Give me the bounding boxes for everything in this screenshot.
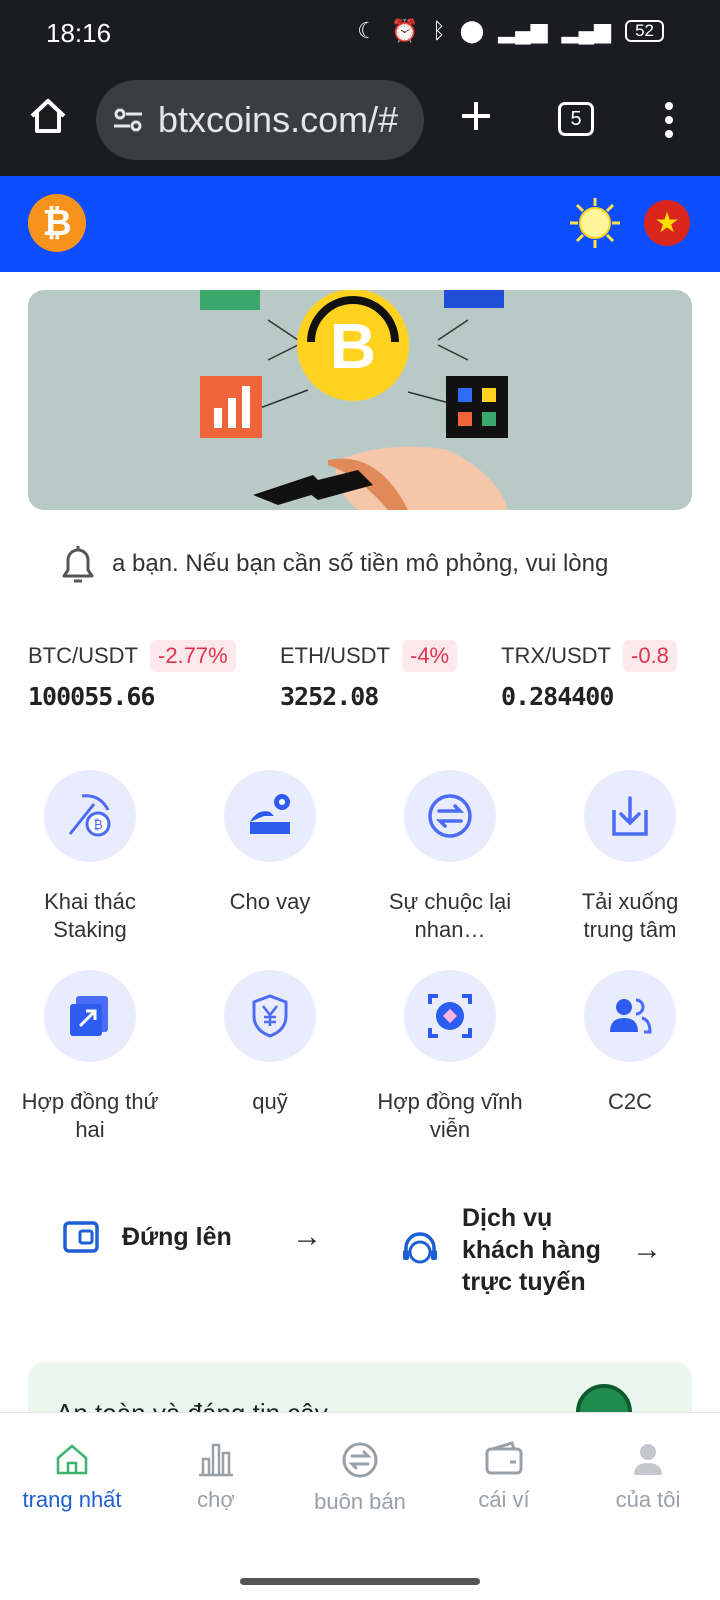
- users-icon: [610, 998, 652, 1034]
- pickaxe-coin-icon: ₿: [68, 794, 111, 837]
- site-settings-icon[interactable]: [112, 104, 144, 136]
- feature-label: Tải xuống trung tâm: [581, 889, 679, 942]
- feature-loan[interactable]: Cho vay: [180, 770, 360, 916]
- feature-icon-circle: [44, 970, 136, 1062]
- nav-market[interactable]: chợ: [144, 1441, 288, 1513]
- announcement-text: a bạn. Nếu bạn cần số tiền mô phỏng, vui…: [112, 550, 609, 577]
- nav-label: cái ví: [478, 1487, 530, 1512]
- ticker-eth[interactable]: ETH/USDT -4% 3252.08: [280, 640, 458, 711]
- alarm-icon: ⏰: [390, 18, 419, 43]
- arrow-right-icon: →: [292, 1220, 322, 1253]
- tab-switcher-button[interactable]: 5: [558, 102, 594, 136]
- nav-label: chợ: [197, 1487, 235, 1512]
- announcement-bar[interactable]: a bạn. Nếu bạn cần số tiền mô phỏng, vui…: [56, 536, 666, 592]
- nav-label: buôn bán: [314, 1489, 406, 1514]
- site-header: ₿ ★: [0, 176, 720, 272]
- bottom-nav: trang nhất chợ buôn bán cái ví của tôi: [0, 1412, 720, 1600]
- svg-text:B: B: [330, 310, 376, 382]
- language-flag-vietnam-icon[interactable]: ★: [644, 200, 690, 246]
- nav-label: trang nhất: [22, 1487, 122, 1512]
- nav-home[interactable]: trang nhất: [0, 1441, 144, 1513]
- ticker-price: 3252.08: [280, 682, 379, 711]
- ticker-trx[interactable]: TRX/USDT -0.8 0.284400: [501, 640, 677, 711]
- status-icons: ☾ ⏰ ᛒ ⬤ ▂▄▆ ▂▄▆ 52: [357, 18, 664, 44]
- feature-c2c[interactable]: C2C: [540, 970, 720, 1116]
- home-button[interactable]: [28, 96, 68, 136]
- wallet-deposit-icon: [63, 1221, 99, 1253]
- market-chart-icon: [199, 1443, 233, 1477]
- feature-label: Cho vay: [229, 889, 311, 914]
- ticker-btc[interactable]: BTC/USDT -2.77% 100055.66: [28, 640, 236, 711]
- feature-label: C2C: [607, 1089, 652, 1114]
- feature-perpetual[interactable]: Hợp đồng vĩnh viễn: [360, 970, 540, 1144]
- battery-icon: 52: [625, 20, 664, 42]
- feature-label: Hợp đồng vĩnh viễn: [377, 1089, 523, 1142]
- ticker-pair: BTC/USDT: [28, 643, 138, 668]
- deposit-action[interactable]: Đứng lên →: [62, 1218, 322, 1256]
- nav-label: của tôi: [615, 1487, 681, 1512]
- arrow-right-icon: →: [632, 1233, 662, 1266]
- ticker-pair: TRX/USDT: [501, 643, 611, 668]
- bell-icon: [62, 546, 94, 583]
- feature-label: Sự chuộc lại nhan…: [388, 889, 512, 942]
- feature-icon-circle: [404, 970, 496, 1062]
- feature-label: Khai thác Staking: [44, 889, 136, 942]
- feature-icon-circle: [584, 770, 676, 862]
- feature-icon-circle: [224, 970, 316, 1062]
- home-icon: [56, 1444, 88, 1475]
- nav-profile[interactable]: của tôi: [576, 1441, 720, 1513]
- wallet-icon: [485, 1441, 523, 1475]
- support-label: Dịch vụ khách hàng trực tuyến: [462, 1204, 601, 1296]
- ticker-price: 100055.66: [28, 682, 155, 711]
- ticker-strip: BTC/USDT -2.77% 100055.66 ETH/USDT -4% 325…: [28, 640, 692, 720]
- support-action[interactable]: Dịch vụ khách hàng trực tuyến →: [400, 1202, 662, 1298]
- exchange-icon: [428, 794, 472, 838]
- feature-label: Hợp đồng thứ hai: [21, 1089, 159, 1142]
- feature-fund[interactable]: quỹ: [180, 970, 360, 1116]
- ticker-change: -4%: [402, 640, 458, 672]
- feature-download[interactable]: Tải xuống trung tâm: [540, 770, 720, 944]
- perpetual-icon: [428, 994, 472, 1038]
- bluetooth-icon: ᛒ: [432, 18, 446, 43]
- yen-shield-icon: [252, 994, 288, 1038]
- theme-toggle-sun-icon[interactable]: [568, 196, 622, 250]
- feature-icon-circle: [404, 770, 496, 862]
- feature-second-contract[interactable]: Hợp đồng thứ hai: [0, 970, 180, 1144]
- feature-staking[interactable]: ₿ Khai thác Staking: [0, 770, 180, 944]
- location-icon: ⬤: [459, 18, 485, 43]
- feature-label: quỹ: [252, 1089, 288, 1114]
- signal-icon: ▂▄▆: [498, 18, 548, 43]
- loan-icon: [250, 794, 290, 834]
- ticker-price: 0.284400: [501, 682, 614, 711]
- nav-trade[interactable]: buôn bán: [288, 1441, 432, 1515]
- feature-redemption[interactable]: Sự chuộc lại nhan…: [360, 770, 540, 944]
- feature-icon-circle: [584, 970, 676, 1062]
- more-menu-icon[interactable]: [664, 102, 674, 138]
- svg-text:₿: ₿: [93, 817, 103, 832]
- profile-icon: [634, 1444, 662, 1475]
- promo-banner[interactable]: B: [28, 290, 692, 510]
- banner-illustration: B: [200, 290, 508, 510]
- customer-service-icon: [403, 1232, 437, 1264]
- deposit-label: Đứng lên: [122, 1223, 232, 1251]
- ticker-change: -2.77%: [150, 640, 236, 672]
- moon-icon: ☾: [357, 18, 377, 43]
- nav-wallet[interactable]: cái ví: [432, 1441, 576, 1513]
- ticker-change: -0.8: [623, 640, 677, 672]
- signal-4g-icon: ▂▄▆: [561, 18, 612, 43]
- feature-icon-circle: [224, 770, 316, 862]
- url-text[interactable]: btxcoins.com/#: [158, 99, 398, 141]
- browser-chrome: 18:16 ☾ ⏰ ᛒ ⬤ ▂▄▆ ▂▄▆ 52 btxcoins.com/# …: [0, 0, 720, 176]
- feature-icon-circle: ₿: [44, 770, 136, 862]
- bitcoin-logo-icon[interactable]: ₿: [28, 194, 86, 252]
- contract-icon: [70, 996, 108, 1036]
- url-bar[interactable]: btxcoins.com/#: [96, 80, 424, 160]
- ticker-pair: ETH/USDT: [280, 643, 390, 668]
- home-indicator[interactable]: [240, 1578, 480, 1585]
- new-tab-button[interactable]: [460, 100, 492, 132]
- trade-icon: [342, 1442, 378, 1478]
- download-icon: [612, 796, 648, 836]
- status-time: 18:16: [46, 18, 112, 48]
